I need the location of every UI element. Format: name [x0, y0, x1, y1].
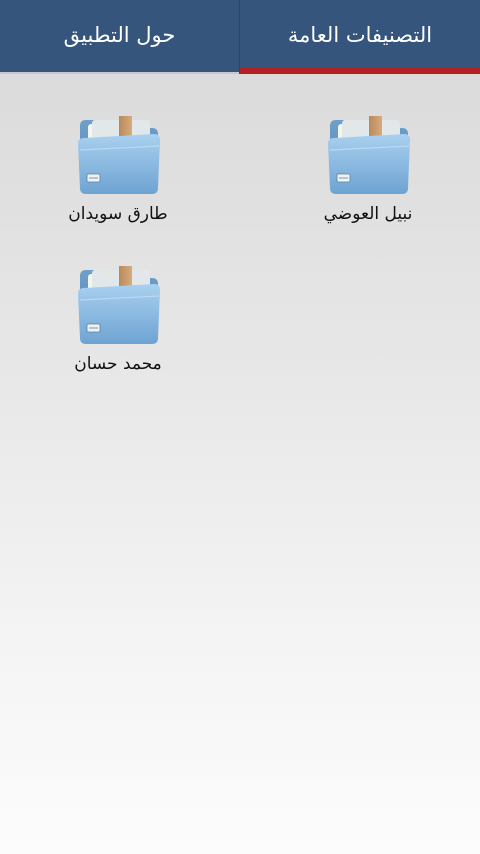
tab-divider-line [0, 72, 239, 74]
folder-icon [74, 260, 162, 346]
folder-item[interactable]: طارق سويدان [18, 110, 218, 224]
folder-item-label: نبيل العوضي [323, 204, 413, 224]
tab-general-categories[interactable]: التصنيفات العامة [240, 0, 480, 74]
tab-bar: حول التطبيق التصنيفات العامة [0, 0, 480, 74]
folder-item-label: محمد حسان [74, 354, 162, 374]
folder-item[interactable]: محمد حسان [18, 260, 218, 374]
tab-about[interactable]: حول التطبيق [0, 0, 240, 74]
folder-item[interactable]: نبيل العوضي [268, 110, 468, 224]
folder-icon [324, 110, 412, 196]
tab-about-label: حول التطبيق [63, 23, 176, 47]
tab-general-categories-label: التصنيفات العامة [287, 23, 433, 47]
folder-item-label: طارق سويدان [68, 204, 168, 224]
folder-icon [74, 110, 162, 196]
selected-tab-indicator [240, 68, 480, 74]
